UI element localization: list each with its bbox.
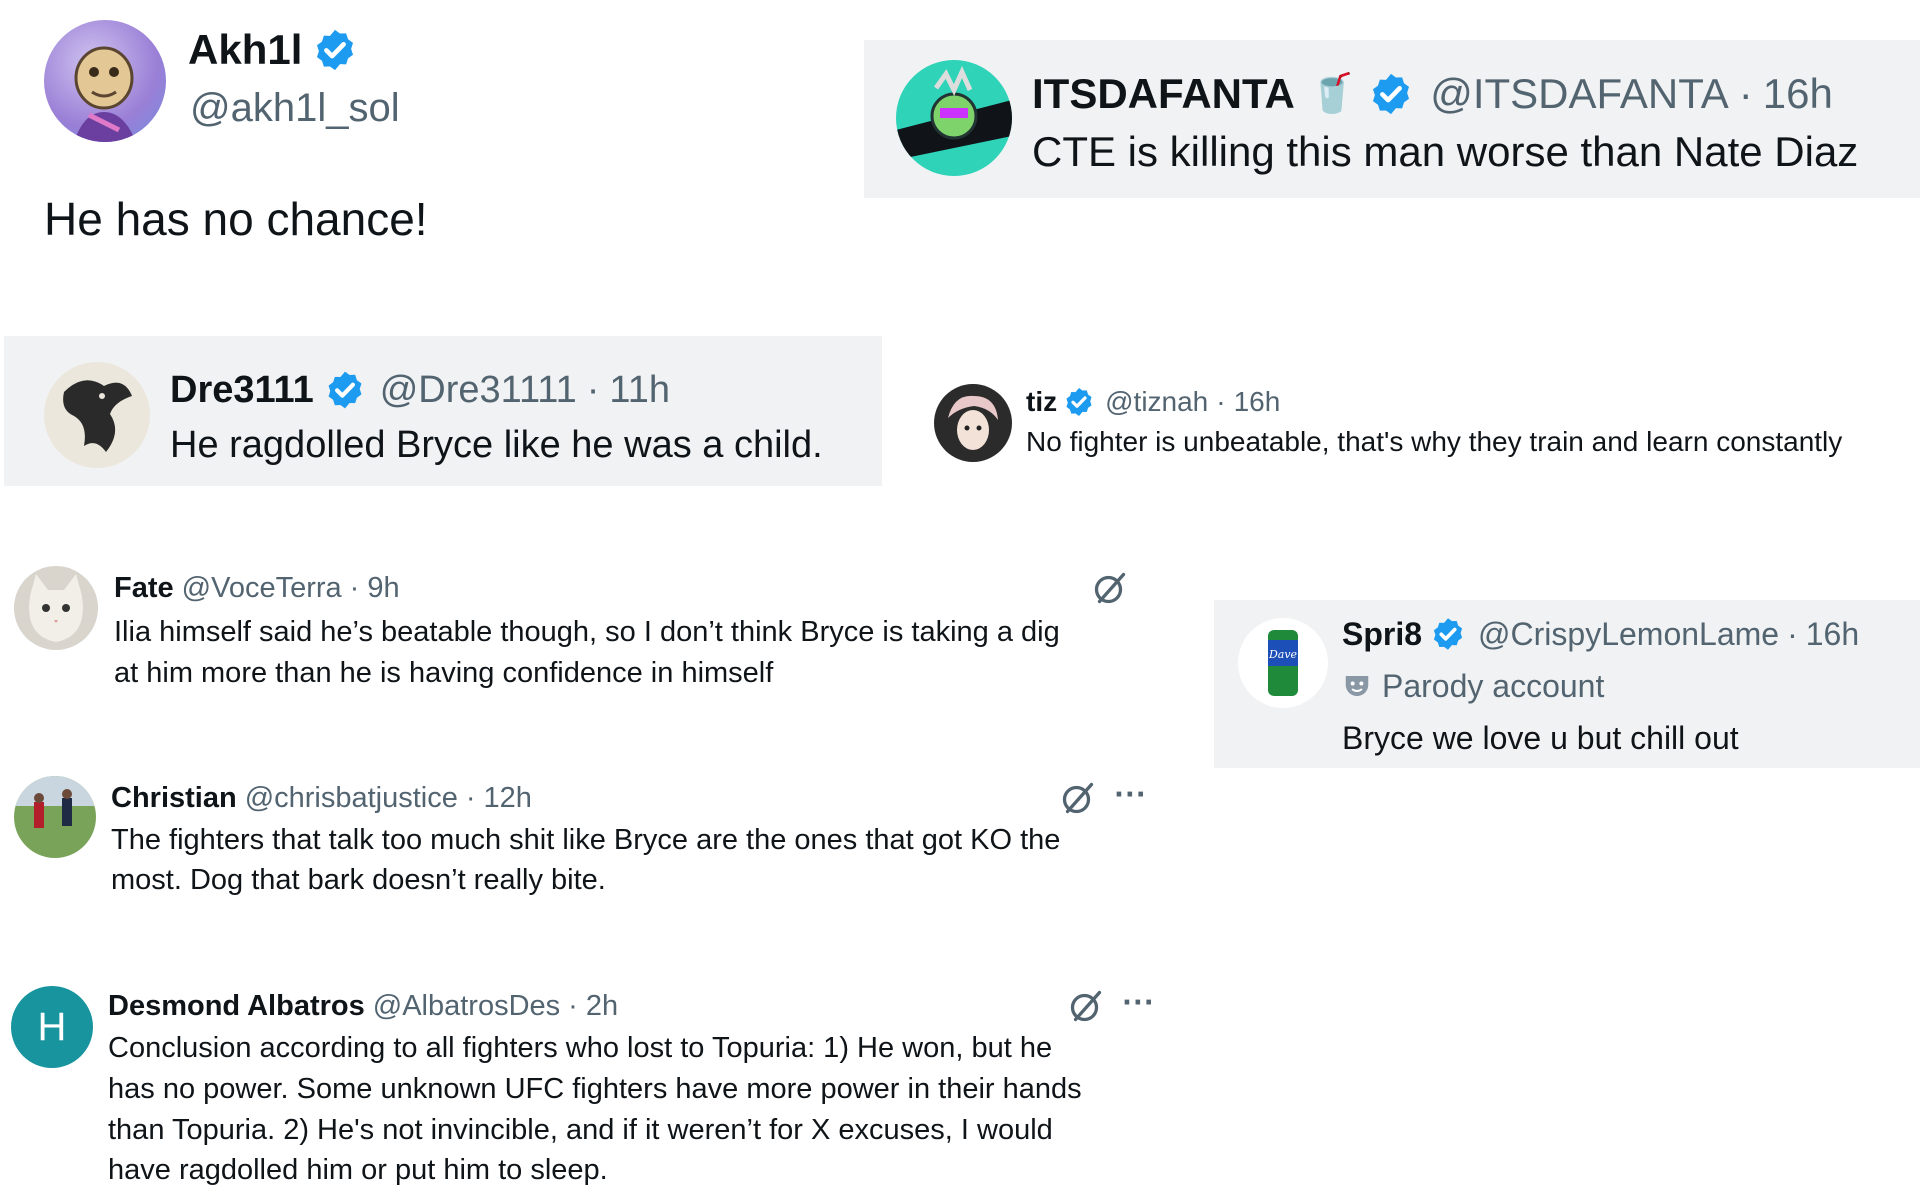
handle[interactable]: @tiznah xyxy=(1105,386,1208,418)
handle[interactable]: @VoceTerra xyxy=(182,572,342,605)
grok-icon[interactable] xyxy=(1060,780,1096,816)
verified-icon xyxy=(312,27,358,73)
display-name[interactable]: Fate xyxy=(114,572,174,605)
tweet-fate: Fate @VoceTerra · 9h Ilia himself said h… xyxy=(0,556,1160,716)
tweet-tiz: tiz @tiznah · 16h No fighter is unbeatab… xyxy=(920,370,1920,480)
handle[interactable]: @Dre31111 xyxy=(380,369,577,412)
more-options-icon[interactable]: ··· xyxy=(1114,780,1147,810)
separator: · xyxy=(349,571,360,604)
display-name[interactable]: Desmond Albatros xyxy=(108,990,365,1023)
avatar[interactable] xyxy=(14,776,96,858)
avatar[interactable] xyxy=(44,362,150,468)
avatar[interactable] xyxy=(44,20,166,142)
tweet-text-line-2: most. Dog that bark doesn’t really bite. xyxy=(111,864,606,896)
can-logo-text: Dave xyxy=(1268,648,1298,661)
griffin-avatar-illustration xyxy=(63,380,132,452)
grok-icon[interactable] xyxy=(1092,570,1128,606)
tweet-text-line-2: has no power. Some unknown UFC fighters … xyxy=(108,1073,1082,1105)
timestamp[interactable]: 16h xyxy=(1234,386,1281,418)
separator: · xyxy=(1787,615,1798,652)
soccer-avatar-illustration xyxy=(14,776,96,828)
avatar[interactable] xyxy=(896,60,1012,176)
more-options-icon[interactable]: ··· xyxy=(1122,988,1155,1018)
tweet-spri8: Dave Spri8 @CrispyLemonLame · 16h Parody… xyxy=(1214,600,1920,768)
tweet-text: No fighter is unbeatable, that's why the… xyxy=(1026,426,1843,457)
separator: · xyxy=(1216,386,1226,417)
separator: · xyxy=(586,368,600,411)
tweet-text: Bryce we love u but chill out xyxy=(1342,720,1739,756)
tweet-christian: Christian @chrisbatjustice · 12h ··· The… xyxy=(0,766,1160,926)
anime-avatar-illustration xyxy=(896,65,1012,160)
display-name[interactable]: Dre3111 xyxy=(170,369,314,412)
cup-emoji: 🥤 xyxy=(1308,73,1357,115)
handle[interactable]: @ITSDAFANTA xyxy=(1430,70,1729,118)
handle[interactable]: @CrispyLemonLame xyxy=(1478,616,1779,653)
separator: · xyxy=(1738,70,1753,117)
avatar[interactable] xyxy=(14,566,98,650)
cat-avatar-illustration xyxy=(29,574,83,642)
tweet-text: CTE is killing this man worse than Nate … xyxy=(1032,128,1859,175)
display-name[interactable]: Christian xyxy=(111,782,237,815)
tweet-text-line-1: The fighters that talk too much shit lik… xyxy=(111,824,1061,856)
tweet-text-line-1: Ilia himself said he’s beatable though, … xyxy=(114,616,1060,648)
display-name[interactable]: Akh1l xyxy=(188,26,302,74)
handle[interactable]: @chrisbatjustice xyxy=(245,782,458,815)
tweet-text-line-3: than Topuria. 2) He's not invincible, an… xyxy=(108,1114,1053,1146)
verified-icon xyxy=(324,369,366,411)
timestamp[interactable]: 11h xyxy=(609,369,670,412)
parody-label: Parody account xyxy=(1382,667,1605,704)
display-name[interactable]: tiz xyxy=(1026,386,1057,418)
tweet-dre3111: Dre3111 @Dre31111 · 11h He ragdolled Bry… xyxy=(4,336,882,486)
tweet-text: He ragdolled Bryce like he was a child. xyxy=(170,424,823,466)
avatar-initial: H xyxy=(37,1004,67,1049)
tweet-desmond: H Desmond Albatros @AlbatrosDes · 2h ···… xyxy=(0,974,1160,1200)
anime-avatar-illustration xyxy=(948,395,998,450)
timestamp[interactable]: 16h xyxy=(1763,70,1833,118)
display-name[interactable]: Spri8 xyxy=(1342,616,1422,653)
soda-can-avatar-illustration: Dave xyxy=(1268,630,1298,696)
avatar[interactable] xyxy=(934,384,1012,462)
verified-icon xyxy=(1368,71,1414,117)
tweet-text-line-4: have ragdolled him or put him to sleep. xyxy=(108,1154,608,1186)
timestamp[interactable]: 2h xyxy=(586,990,618,1023)
tweet-itsdafanta: ITSDAFANTA 🥤 @ITSDAFANTA · 16h CTE is ki… xyxy=(864,40,1920,198)
verified-icon xyxy=(1430,616,1466,652)
tweet-text-line-2: at him more than he is having confidence… xyxy=(114,657,774,689)
parody-mask-icon xyxy=(1345,676,1369,696)
tweet-text: He has no chance! xyxy=(44,193,428,245)
timestamp[interactable]: 9h xyxy=(367,572,399,605)
display-name[interactable]: ITSDAFANTA xyxy=(1032,70,1295,118)
verified-icon xyxy=(1063,386,1095,418)
timestamp[interactable]: 12h xyxy=(484,782,532,815)
avatar[interactable]: Dave xyxy=(1238,618,1328,708)
avatar[interactable]: H xyxy=(11,986,93,1068)
timestamp[interactable]: 16h xyxy=(1806,616,1859,653)
ape-avatar-illustration xyxy=(74,46,136,142)
tweet-akh1l: Akh1l @akh1l_sol He has no chance! xyxy=(0,0,700,260)
separator: · xyxy=(465,781,476,814)
handle[interactable]: @akh1l_sol xyxy=(190,86,400,131)
tweet-text-line-1: Conclusion according to all fighters who… xyxy=(108,1032,1053,1064)
handle[interactable]: @AlbatrosDes xyxy=(373,990,560,1023)
separator: · xyxy=(568,989,578,1022)
grok-icon[interactable] xyxy=(1068,988,1104,1024)
